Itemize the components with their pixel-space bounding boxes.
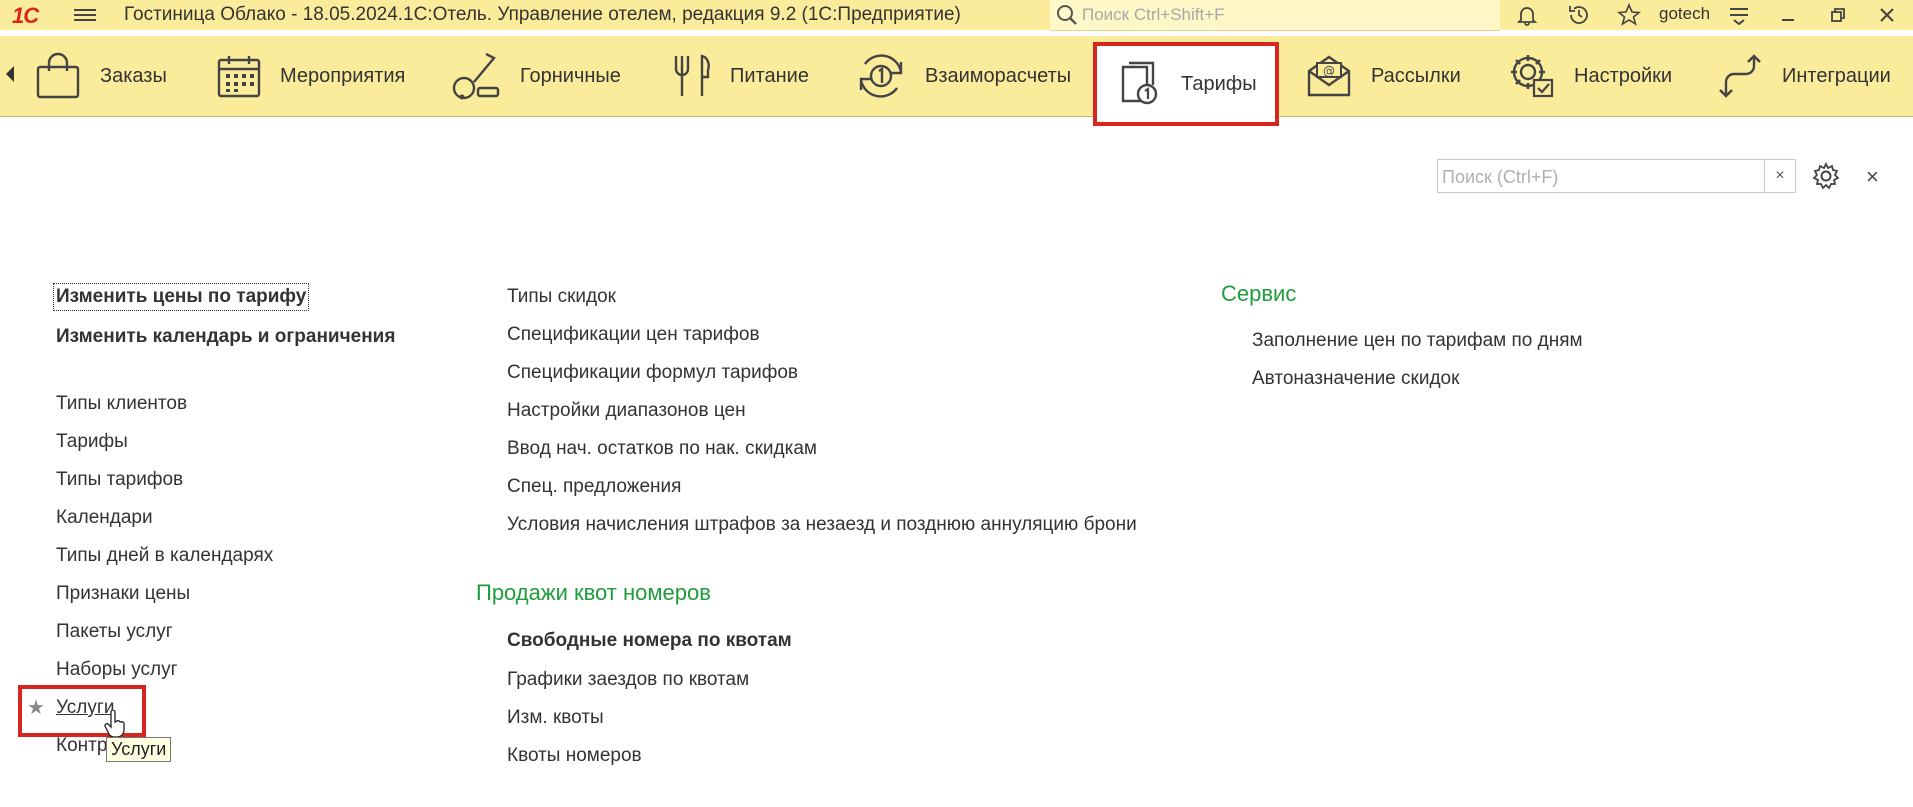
panel-search-input[interactable]: Поиск (Ctrl+F) × bbox=[1437, 159, 1796, 193]
global-search-placeholder: Поиск Ctrl+Shift+F bbox=[1082, 5, 1225, 24]
tooltip: Услуги bbox=[106, 737, 172, 762]
scroll-left-icon[interactable] bbox=[6, 66, 14, 82]
bell-icon[interactable] bbox=[1513, 2, 1541, 28]
link-client-types[interactable]: Типы клиентов bbox=[56, 393, 187, 415]
group-title-quotas: Продажи квот номеров bbox=[476, 580, 711, 605]
group-title-service: Сервис bbox=[1221, 281, 1297, 306]
section-label: Мероприятия bbox=[280, 64, 406, 87]
section-food[interactable]: Питание bbox=[672, 36, 809, 116]
link-price-attributes[interactable]: Признаки цены bbox=[56, 583, 190, 605]
section-label: Питание bbox=[730, 64, 809, 87]
shopping-bag-icon bbox=[36, 52, 80, 99]
search-icon bbox=[1057, 5, 1077, 25]
link-free-rooms-by-quotas[interactable]: Свободные номера по квотам bbox=[507, 630, 792, 652]
section-maids[interactable]: Горничные bbox=[450, 36, 621, 116]
link-tariffs[interactable]: Тарифы bbox=[56, 431, 128, 453]
link-calendars[interactable]: Календари bbox=[56, 507, 153, 529]
link-change-tariff-prices[interactable]: Изменить цены по тарифу bbox=[52, 283, 310, 311]
section-label: Настройки bbox=[1574, 64, 1673, 87]
history-icon[interactable] bbox=[1565, 2, 1593, 28]
link-service-packages[interactable]: Пакеты услуг bbox=[56, 621, 173, 643]
fork-knife-icon bbox=[674, 54, 710, 96]
section-integrations[interactable]: Интеграции bbox=[1718, 36, 1891, 116]
link-quota-checkin-schedules[interactable]: Графики заездов по квотам bbox=[507, 669, 749, 691]
settings-menu-icon[interactable] bbox=[1725, 2, 1753, 28]
calendar-icon bbox=[217, 56, 261, 98]
clear-search-button[interactable]: × bbox=[1764, 160, 1795, 192]
link-tariff-types[interactable]: Типы тарифов bbox=[56, 469, 183, 491]
tariff-book-icon bbox=[1121, 61, 1158, 105]
link-discount-balances[interactable]: Ввод нач. остатков по нак. скидкам bbox=[507, 438, 817, 460]
link-room-quotas[interactable]: Квоты номеров bbox=[507, 745, 642, 767]
settlement-cycle-icon bbox=[859, 54, 903, 98]
user-name[interactable]: gotech bbox=[1659, 4, 1710, 24]
link-change-quota[interactable]: Изм. квоты bbox=[507, 707, 604, 729]
section-label: Заказы bbox=[100, 64, 167, 87]
section-label: Горничные bbox=[520, 64, 621, 87]
section-label: Рассылки bbox=[1371, 64, 1461, 87]
section-settings[interactable]: Настройки bbox=[1508, 36, 1672, 116]
section-events[interactable]: Мероприятия bbox=[216, 36, 405, 116]
section-label: Тарифы bbox=[1181, 72, 1257, 95]
gear-icon[interactable] bbox=[1812, 162, 1840, 190]
global-search-input[interactable]: Поиск Ctrl+Shift+F bbox=[1050, 0, 1500, 31]
link-service-sets[interactable]: Наборы услуг bbox=[56, 659, 178, 681]
section-orders[interactable]: Заказы bbox=[34, 36, 167, 116]
vacuum-cleaner-icon bbox=[452, 52, 500, 100]
star-favorites-icon[interactable] bbox=[1615, 2, 1643, 28]
sections-panel: Заказы Мероприятия Горничные Питание Вза… bbox=[0, 36, 1913, 126]
link-discount-types[interactable]: Типы скидок bbox=[507, 286, 616, 308]
window-title: Гостиница Облако - 18.05.2024.1С:Отель. … bbox=[124, 4, 961, 25]
restore-icon[interactable] bbox=[1824, 2, 1852, 28]
section-label: Взаиморасчеты bbox=[925, 64, 1072, 87]
close-panel-button[interactable]: × bbox=[1866, 164, 1879, 190]
link-auto-discounts[interactable]: Автоназначение скидок bbox=[1252, 368, 1459, 390]
title-bar: 1С Гостиница Облако - 18.05.2024.1С:Отел… bbox=[0, 0, 1913, 31]
link-tariff-price-specs[interactable]: Спецификации цен тарифов bbox=[507, 324, 760, 346]
link-tariff-formula-specs[interactable]: Спецификации формул тарифов bbox=[507, 362, 798, 384]
panel-search-placeholder: Поиск (Ctrl+F) bbox=[1442, 167, 1559, 187]
svg-text:@: @ bbox=[1323, 64, 1335, 78]
close-window-icon[interactable] bbox=[1873, 2, 1901, 28]
email-envelope-icon: @ bbox=[1307, 55, 1351, 97]
link-calendar-day-types[interactable]: Типы дней в календарях bbox=[56, 545, 273, 567]
section-mailings[interactable]: @ Рассылки bbox=[1305, 36, 1461, 116]
link-special-offers[interactable]: Спец. предложения bbox=[507, 476, 681, 498]
main-menu-icon[interactable] bbox=[74, 6, 96, 24]
app-logo[interactable]: 1С bbox=[12, 3, 39, 29]
link-change-calendar[interactable]: Изменить календарь и ограничения bbox=[56, 326, 395, 348]
section-label: Интеграции bbox=[1782, 64, 1891, 87]
link-price-range-settings[interactable]: Настройки диапазонов цен bbox=[507, 400, 746, 422]
link-contracts[interactable]: Контр bbox=[56, 735, 107, 757]
section-tariffs[interactable]: Тарифы bbox=[1093, 42, 1279, 126]
section-settlements[interactable]: Взаиморасчеты bbox=[855, 36, 1071, 116]
settings-gear-icon bbox=[1511, 55, 1554, 98]
highlight-services bbox=[18, 685, 146, 737]
hand-cursor-icon bbox=[104, 710, 125, 738]
minimize-icon[interactable] bbox=[1774, 2, 1802, 28]
integration-arrows-icon bbox=[1719, 54, 1761, 98]
link-fill-prices-by-days[interactable]: Заполнение цен по тарифам по дням bbox=[1252, 330, 1583, 352]
link-penalty-conditions[interactable]: Условия начисления штрафов за незаезд и … bbox=[507, 514, 1137, 536]
